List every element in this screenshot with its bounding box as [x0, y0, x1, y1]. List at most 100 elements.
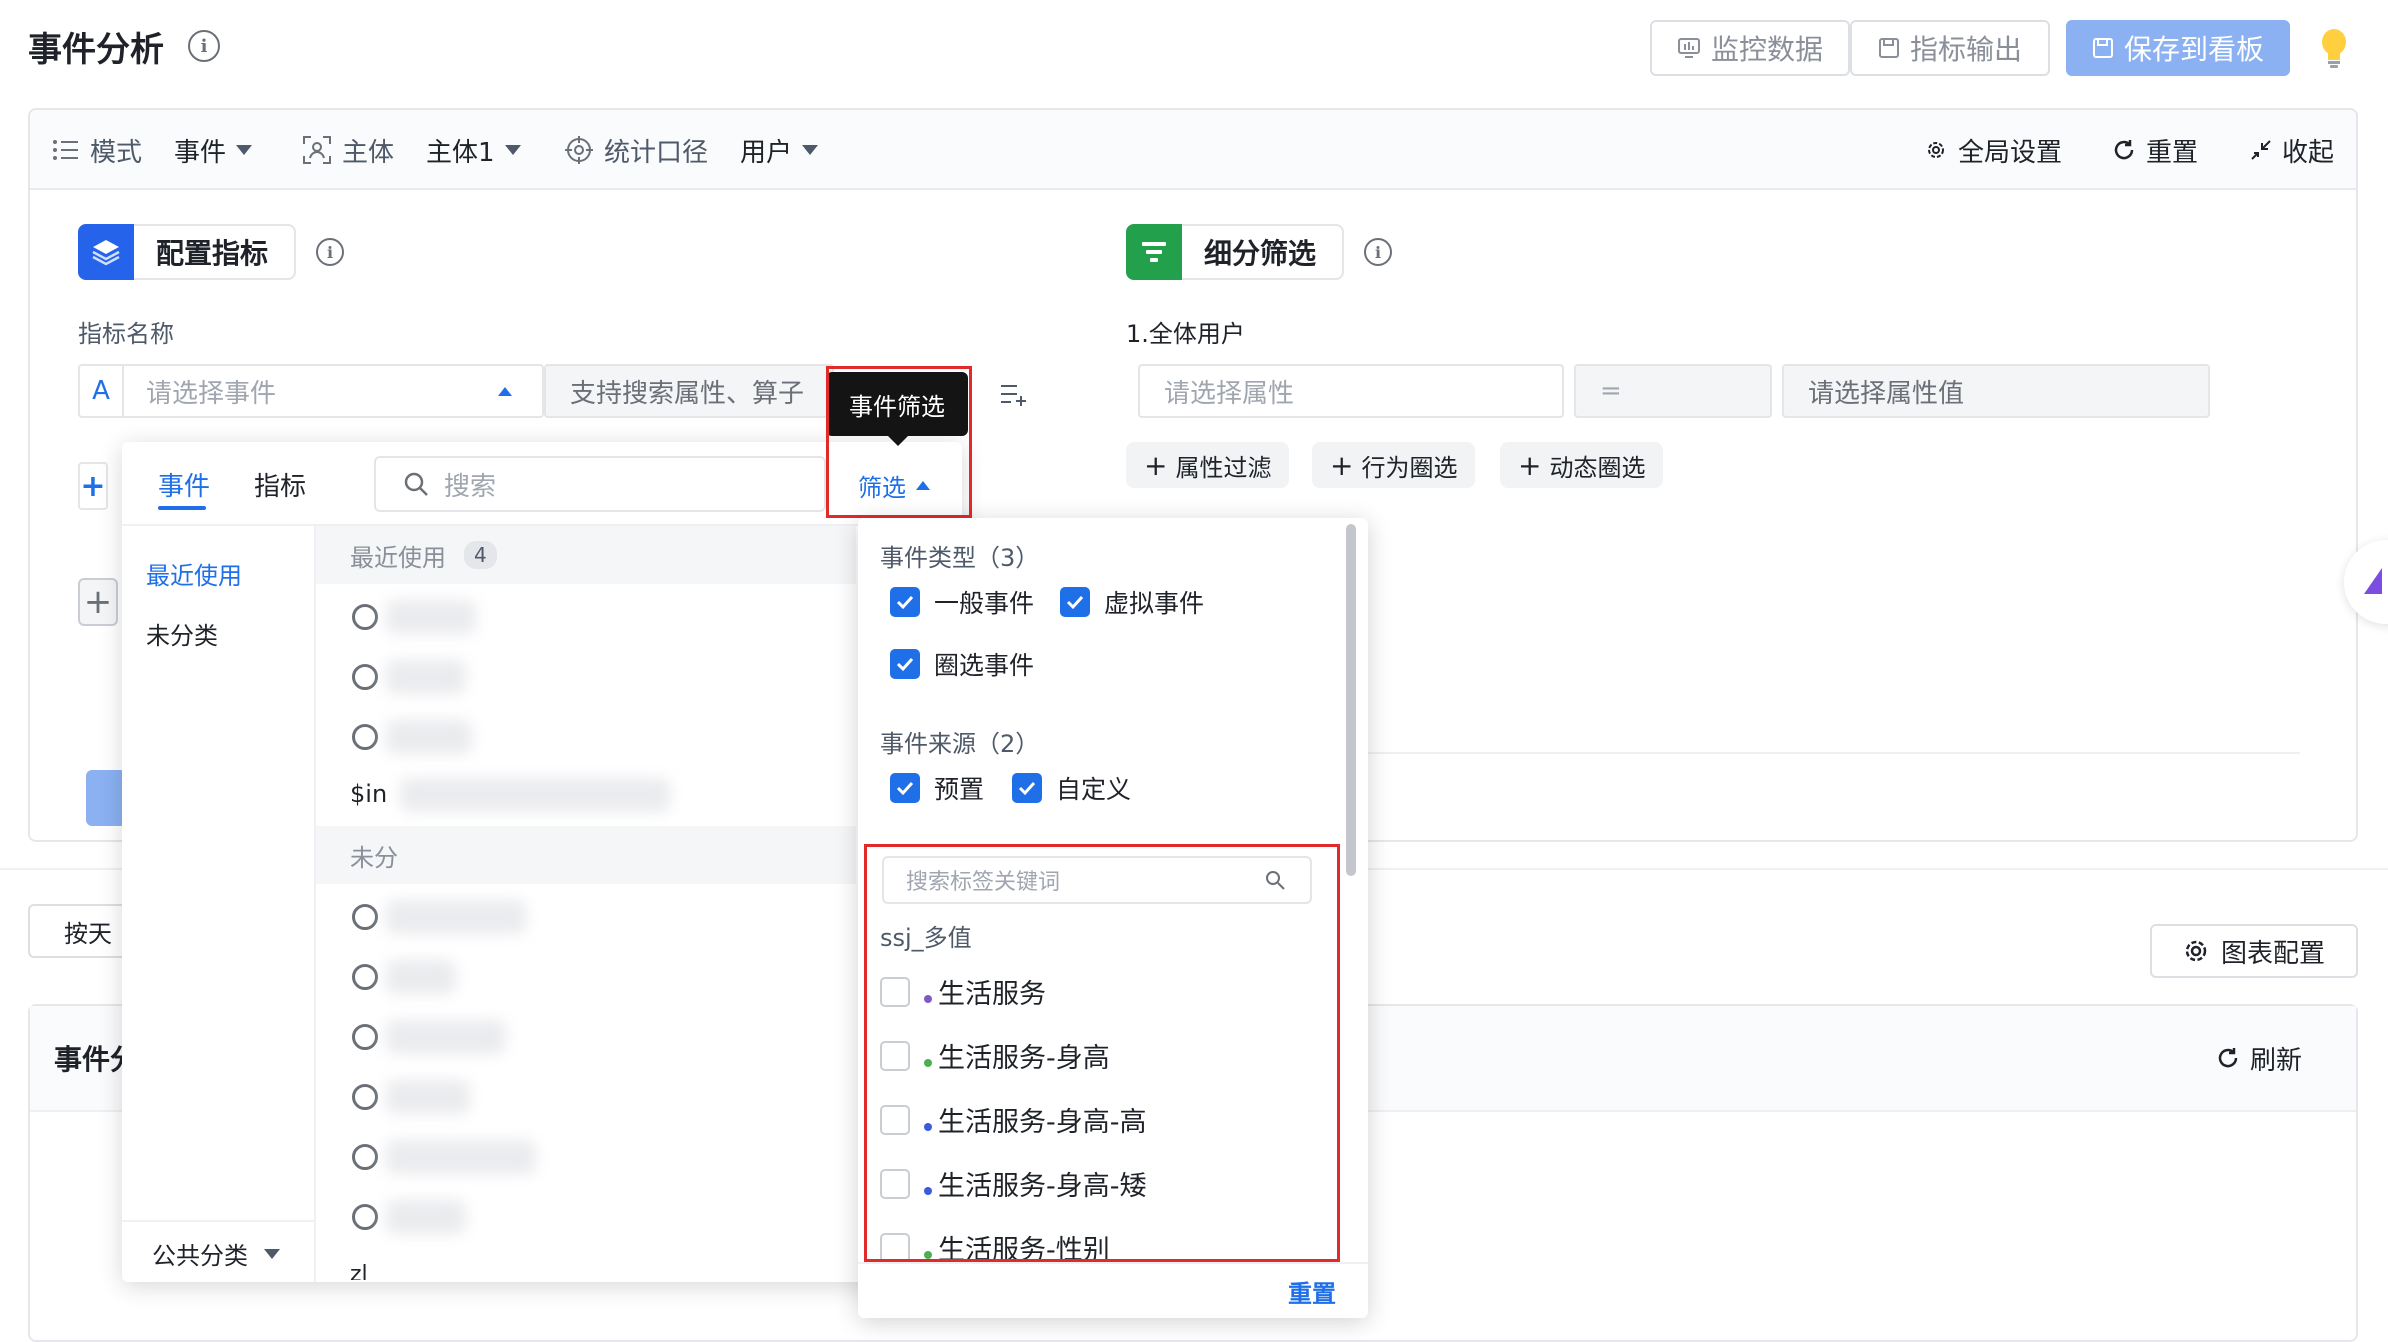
save-to-board-label: 保存到看板 [2123, 33, 2264, 66]
gear-icon [2183, 938, 2209, 964]
collapse-icon [2250, 139, 2272, 161]
preset-label: 预置 [934, 775, 985, 804]
info-icon[interactable]: i [1364, 238, 1392, 266]
checkbox-selection-event[interactable]: 圈选事件 [890, 646, 1034, 682]
public-category-label: 公共分类 [152, 1242, 248, 1270]
collapse-button[interactable]: 收起 [2250, 128, 2334, 172]
add-metric-icon[interactable]: + [78, 462, 108, 510]
lightbulb-icon[interactable] [2316, 26, 2352, 70]
operator-select[interactable]: = [1574, 364, 1772, 418]
plus-icon: + [1518, 448, 1542, 482]
subject-value: 主体1 [426, 137, 495, 168]
chevron-up-icon [498, 386, 512, 396]
reset-label: 重置 [2146, 137, 2199, 168]
event-type-icon [352, 1084, 378, 1110]
checkbox-checked[interactable] [1012, 773, 1042, 803]
event-type-icon [352, 664, 378, 690]
event-row-redacted[interactable] [386, 900, 526, 934]
attribute-search-hint: 支持搜索属性、算子 [570, 378, 805, 409]
event-type-title: 事件类型（3） [880, 544, 1040, 572]
event-row-partial-bottom[interactable]: zl [350, 1262, 368, 1280]
refresh-button[interactable]: 刷新 [2216, 1036, 2302, 1080]
event-row-redacted[interactable] [386, 1140, 536, 1174]
chevron-down-icon [264, 1248, 280, 1259]
chart-config-button[interactable]: 图表配置 [2150, 924, 2358, 978]
event-row-redacted[interactable] [386, 1200, 466, 1234]
virtual-event-label: 虚拟事件 [1104, 589, 1205, 618]
chevron-down-icon [802, 145, 819, 155]
attribute-value-placeholder: 请选择属性值 [1808, 378, 1965, 409]
attribute-select[interactable]: 请选择属性 [1138, 364, 1564, 418]
dynamic-filter-pill[interactable]: + 动态圈选 [1500, 442, 1664, 488]
event-select[interactable]: A 请选择事件 [78, 364, 544, 418]
event-row-partial[interactable]: $in [350, 780, 387, 808]
event-row-redacted[interactable] [386, 1020, 506, 1054]
scrollbar[interactable] [1346, 524, 1356, 876]
list-icon [52, 138, 80, 162]
partial-primary-button[interactable] [86, 770, 126, 826]
operator-value: = [1600, 376, 1622, 406]
plus-icon: + [1144, 448, 1168, 482]
event-type-icon [352, 1024, 378, 1050]
checkbox-custom[interactable]: 自定义 [1012, 770, 1131, 806]
info-icon[interactable]: i [316, 238, 344, 266]
mode-selector[interactable]: 模式 事件 [52, 128, 253, 172]
recent-count-badge: 4 [464, 541, 497, 569]
attribute-value-select[interactable]: 请选择属性值 [1782, 364, 2210, 418]
add-group-icon[interactable]: + [78, 578, 118, 626]
refresh-label: 刷新 [2250, 1045, 2303, 1076]
event-search-input[interactable]: 搜索 [374, 456, 826, 512]
highlight-box-tags [864, 844, 1340, 1262]
event-type-icon [352, 604, 378, 630]
by-day-label: 按天 [64, 919, 112, 948]
behavior-filter-pill[interactable]: + 行为圈选 [1312, 442, 1476, 488]
assistant-icon [2360, 564, 2384, 600]
event-row-redacted[interactable] [386, 720, 472, 754]
checkbox-checked[interactable] [890, 649, 920, 679]
refresh-icon [2112, 138, 2136, 162]
checkbox-virtual-event[interactable]: 虚拟事件 [1060, 584, 1204, 620]
page-title: 事件分析 [28, 30, 164, 70]
event-search-placeholder: 搜索 [444, 471, 497, 502]
checkbox-checked[interactable] [1060, 587, 1090, 617]
attribute-select-placeholder: 请选择属性 [1164, 378, 1295, 409]
attribute-search-field[interactable]: 支持搜索属性、算子 [544, 364, 834, 418]
metric-letter: A [80, 366, 124, 416]
attribute-filter-pill[interactable]: + 属性过滤 [1126, 442, 1290, 488]
metric-name-label: 指标名称 [78, 320, 174, 348]
event-row-redacted[interactable] [386, 1080, 470, 1114]
tab-events[interactable]: 事件 [158, 466, 210, 503]
checkbox-general-event[interactable]: 一般事件 [890, 584, 1034, 620]
category-uncategorized[interactable]: 未分类 [146, 616, 218, 651]
event-row-redacted [400, 778, 670, 812]
event-row-redacted[interactable] [386, 960, 456, 994]
chevron-down-icon [236, 145, 253, 155]
add-filter-icon[interactable] [998, 380, 1028, 408]
save-to-board-button[interactable]: 保存到看板 [2066, 20, 2290, 76]
subject-selector[interactable]: 主体 主体1 [302, 128, 521, 172]
event-row-redacted[interactable] [386, 660, 466, 694]
public-category-select[interactable]: 公共分类 [152, 1236, 280, 1271]
tab-metrics[interactable]: 指标 [254, 466, 306, 503]
search-icon [402, 470, 430, 498]
attribute-filter-label: 属性过滤 [1175, 453, 1272, 482]
info-icon[interactable]: i [188, 30, 220, 62]
metric-export-label: 指标输出 [1909, 33, 2022, 66]
event-row-redacted[interactable] [386, 600, 476, 634]
reset-button[interactable]: 重置 [2112, 128, 2198, 172]
save-disk-icon [1878, 37, 1900, 59]
checkbox-preset[interactable]: 预置 [890, 770, 984, 806]
metric-export-button[interactable]: 指标输出 [1850, 20, 2050, 76]
monitor-data-button[interactable]: 监控数据 [1650, 20, 1850, 76]
stat-scope-selector[interactable]: 统计口径 用户 [564, 128, 819, 172]
category-recent[interactable]: 最近使用 [146, 556, 242, 591]
filter-reset-link[interactable]: 重置 [1288, 1274, 1336, 1309]
global-settings-button[interactable]: 全局设置 [1924, 128, 2062, 172]
checkbox-checked[interactable] [890, 587, 920, 617]
checkbox-checked[interactable] [890, 773, 920, 803]
selection-event-label: 圈选事件 [934, 651, 1035, 680]
stat-scope-label: 统计口径 [604, 137, 709, 168]
highlight-box-filter-toggle [826, 366, 972, 518]
global-settings-label: 全局设置 [1958, 137, 2063, 168]
layers-icon [78, 224, 134, 280]
